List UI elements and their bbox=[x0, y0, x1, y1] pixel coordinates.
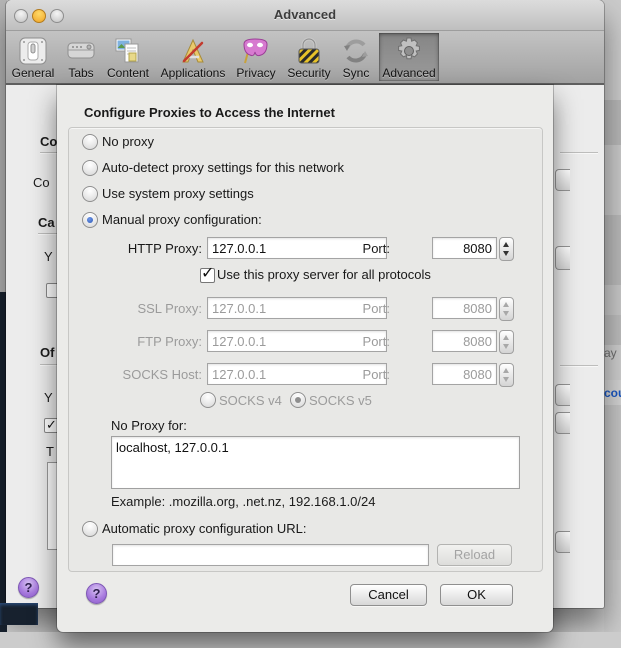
toolbar-label: Applications bbox=[157, 66, 229, 80]
window-title: Advanced bbox=[6, 7, 604, 22]
socks-host-label: SOCKS Host: bbox=[84, 367, 202, 382]
sheet-heading: Configure Proxies to Access the Internet bbox=[84, 105, 335, 120]
toolbar-item-security[interactable]: Security bbox=[282, 33, 336, 81]
bg-group-label-fragment: Of bbox=[40, 345, 54, 360]
radio-socks-v4[interactable] bbox=[200, 392, 216, 408]
bg-text-fragment: Y bbox=[44, 249, 53, 264]
radio-socks-v5[interactable] bbox=[290, 392, 306, 408]
toolbar-item-sync[interactable]: Sync bbox=[336, 33, 376, 81]
toolbar-label: Security bbox=[282, 66, 336, 80]
cancel-button[interactable]: Cancel bbox=[350, 584, 427, 606]
radio-socks-v5-label: SOCKS v5 bbox=[309, 393, 372, 408]
ssl-proxy-label: SSL Proxy: bbox=[84, 301, 202, 316]
toolbar-label: General bbox=[8, 66, 58, 80]
bg-button-fragment[interactable] bbox=[555, 384, 570, 406]
toolbar-label: Sync bbox=[336, 66, 376, 80]
radio-auto-detect-label: Auto-detect proxy settings for this netw… bbox=[102, 160, 344, 175]
radio-manual-proxy-label: Manual proxy configuration: bbox=[102, 212, 262, 227]
sheet-help-button[interactable]: ? bbox=[86, 583, 107, 604]
checkmark-icon: ✓ bbox=[201, 263, 214, 283]
ftp-proxy-label: FTP Proxy: bbox=[84, 334, 202, 349]
bg-text-fragment: Y bbox=[44, 390, 53, 405]
http-port-input[interactable] bbox=[432, 237, 497, 259]
radio-auto-url[interactable] bbox=[82, 521, 98, 537]
toolbar-label: Privacy bbox=[232, 66, 280, 80]
bg-button-fragment[interactable] bbox=[555, 169, 570, 191]
mask-icon bbox=[232, 35, 280, 67]
toolbar-label: Advanced bbox=[379, 66, 439, 80]
ftp-port-stepper[interactable] bbox=[499, 330, 514, 354]
gear-icon bbox=[379, 35, 439, 67]
bg-group-line bbox=[40, 364, 57, 366]
lock-icon bbox=[282, 35, 336, 67]
tabs-icon bbox=[59, 35, 103, 67]
all-protocols-label: Use this proxy server for all protocols bbox=[217, 267, 431, 282]
ftp-port-label: Port: bbox=[325, 334, 390, 349]
radio-no-proxy-label: No proxy bbox=[102, 134, 154, 149]
bg-help-button[interactable]: ? bbox=[18, 577, 39, 598]
radio-system-proxy-label: Use system proxy settings bbox=[102, 186, 254, 201]
bg-group-line bbox=[560, 365, 598, 367]
socks-port-input[interactable] bbox=[432, 363, 497, 385]
bg-button-fragment[interactable] bbox=[555, 531, 570, 553]
ftp-port-input[interactable] bbox=[432, 330, 497, 352]
bg-group-label-fragment: Co bbox=[40, 134, 57, 149]
applications-icon bbox=[157, 35, 229, 67]
example-text: Example: .mozilla.org, .net.nz, 192.168.… bbox=[111, 494, 376, 509]
bg-button-fragment[interactable] bbox=[555, 246, 570, 270]
socks-port-label: Port: bbox=[325, 367, 390, 382]
bg-group-label-fragment: Ca bbox=[38, 215, 55, 230]
bg-group-line bbox=[38, 233, 57, 235]
no-proxy-for-label: No Proxy for: bbox=[111, 418, 187, 433]
radio-manual-proxy[interactable] bbox=[82, 212, 98, 228]
ssl-port-input[interactable] bbox=[432, 297, 497, 319]
radio-auto-url-label: Automatic proxy configuration URL: bbox=[102, 521, 306, 536]
toolbar-item-applications[interactable]: Applications bbox=[157, 33, 229, 81]
http-port-label: Port: bbox=[325, 241, 390, 256]
ssl-port-label: Port: bbox=[325, 301, 390, 316]
reload-button[interactable]: Reload bbox=[437, 544, 512, 566]
radio-socks-v4-label: SOCKS v4 bbox=[219, 393, 282, 408]
radio-no-proxy[interactable] bbox=[82, 134, 98, 150]
background-page-link-fragment[interactable]: cou bbox=[604, 386, 621, 400]
socks-port-stepper[interactable] bbox=[499, 363, 514, 387]
bg-text-fragment: T bbox=[46, 444, 54, 459]
radio-auto-detect[interactable] bbox=[82, 160, 98, 176]
sync-icon bbox=[336, 35, 376, 67]
switch-icon bbox=[8, 35, 58, 67]
toolbar-label: Tabs bbox=[59, 66, 103, 80]
screen: ay cou Advanced General Tabs Content App… bbox=[0, 0, 621, 648]
auto-url-input[interactable] bbox=[112, 544, 429, 566]
all-protocols-checkbox[interactable]: ✓ bbox=[200, 268, 215, 283]
http-port-stepper[interactable] bbox=[499, 237, 514, 261]
toolbar-item-general[interactable]: General bbox=[8, 33, 58, 81]
background-page-text-fragment: ay bbox=[604, 346, 617, 360]
bg-group-line bbox=[560, 152, 598, 154]
desktop-bottom bbox=[0, 632, 621, 648]
bg-text-fragment: Co bbox=[33, 175, 50, 190]
connection-settings-sheet: Configure Proxies to Access the Internet… bbox=[57, 85, 553, 632]
no-proxy-for-textarea[interactable]: localhost, 127.0.0.1 bbox=[111, 436, 520, 489]
ssl-port-stepper[interactable] bbox=[499, 297, 514, 321]
toolbar-item-privacy[interactable]: Privacy bbox=[232, 33, 280, 81]
bg-button-fragment[interactable] bbox=[555, 412, 570, 434]
background-page-column bbox=[604, 0, 621, 648]
http-proxy-label: HTTP Proxy: bbox=[84, 241, 202, 256]
toolbar-label: Content bbox=[101, 66, 155, 80]
toolbar-item-advanced[interactable]: Advanced bbox=[379, 33, 439, 81]
toolbar-item-content[interactable]: Content bbox=[101, 33, 155, 81]
bg-group-line bbox=[40, 152, 57, 154]
ok-button[interactable]: OK bbox=[440, 584, 513, 606]
content-icon bbox=[101, 35, 155, 67]
radio-system-proxy[interactable] bbox=[82, 186, 98, 202]
desktop-wallpaper-fragment bbox=[0, 603, 38, 625]
toolbar-item-tabs[interactable]: Tabs bbox=[59, 33, 103, 81]
